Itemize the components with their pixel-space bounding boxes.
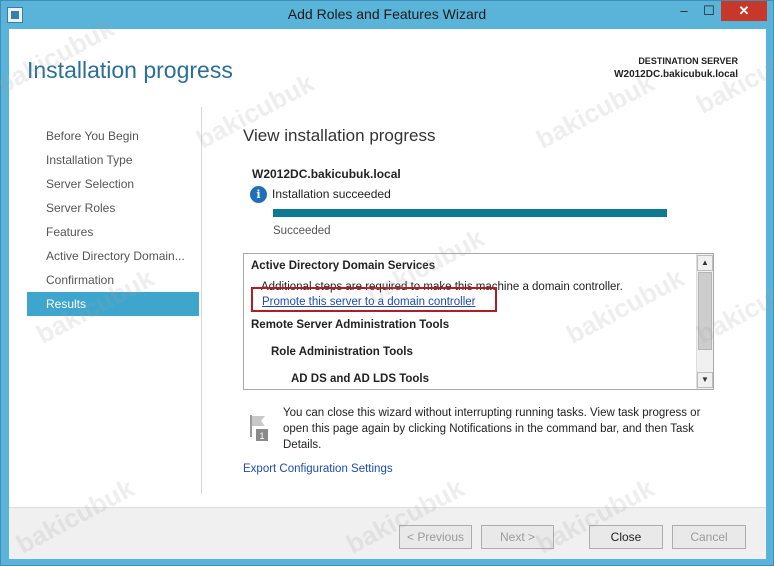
next-button[interactable]: Next > bbox=[481, 525, 554, 549]
scroll-thumb[interactable] bbox=[698, 272, 712, 350]
notification-flag-icon: 1 bbox=[250, 415, 268, 441]
close-button[interactable]: Close bbox=[589, 525, 663, 549]
results-content: Active Directory Domain Services Additio… bbox=[244, 254, 696, 389]
result-ad-ds-heading: Active Directory Domain Services bbox=[251, 260, 436, 272]
nav-item-confirmation[interactable]: Confirmation bbox=[27, 268, 199, 292]
install-status-text: Installation succeeded bbox=[272, 187, 391, 201]
install-progress-bar bbox=[273, 209, 667, 217]
destination-server-label: DESTINATION SERVER bbox=[638, 56, 738, 66]
wizard-client-area: Installation progress DESTINATION SERVER… bbox=[9, 29, 766, 559]
nav-item-server-selection[interactable]: Server Selection bbox=[27, 172, 199, 196]
result-rsat-heading: Remote Server Administration Tools bbox=[251, 319, 450, 331]
result-role-admin-tools: Role Administration Tools bbox=[271, 346, 413, 358]
nav-item-before-you-begin[interactable]: Before You Begin bbox=[27, 124, 199, 148]
progress-fill bbox=[273, 209, 667, 217]
nav-item-ad-ds[interactable]: Active Directory Domain... bbox=[27, 244, 199, 268]
maximize-button[interactable]: ☐ bbox=[697, 1, 721, 21]
close-wizard-note: You can close this wizard without interr… bbox=[283, 407, 701, 451]
svg-text:1: 1 bbox=[259, 431, 264, 441]
wizard-nav: Before You Begin Installation Type Serve… bbox=[27, 124, 199, 316]
progress-label: Succeeded bbox=[273, 225, 331, 237]
nav-item-results[interactable]: Results bbox=[27, 292, 199, 316]
nav-divider bbox=[201, 107, 202, 494]
result-ad-ds-lds-tools: AD DS and AD LDS Tools bbox=[291, 373, 429, 385]
info-icon: i bbox=[250, 186, 267, 203]
nav-item-installation-type[interactable]: Installation Type bbox=[27, 148, 199, 172]
title-bar: Add Roles and Features Wizard – ☐ ✕ bbox=[1, 1, 773, 29]
page-title: Installation progress bbox=[27, 57, 233, 83]
results-list[interactable]: Active Directory Domain Services Additio… bbox=[243, 253, 714, 390]
wizard-window: Add Roles and Features Wizard – ☐ ✕ Inst… bbox=[0, 0, 774, 566]
scroll-down-arrow-icon[interactable]: ▼ bbox=[697, 372, 713, 388]
window-title: Add Roles and Features Wizard bbox=[287, 6, 487, 22]
cancel-button[interactable]: Cancel bbox=[672, 525, 746, 549]
close-window-button[interactable]: ✕ bbox=[721, 1, 767, 21]
wizard-footer: < Previous Next > Close Cancel bbox=[9, 508, 766, 559]
minimize-button[interactable]: – bbox=[671, 1, 697, 21]
server-name: W2012DC.bakicubuk.local bbox=[252, 167, 401, 181]
nav-item-server-roles[interactable]: Server Roles bbox=[27, 196, 199, 220]
promote-dc-link[interactable]: Promote this server to a domain controll… bbox=[262, 296, 475, 308]
scroll-up-arrow-icon[interactable]: ▲ bbox=[697, 255, 713, 271]
content-title: View installation progress bbox=[243, 126, 436, 145]
results-scrollbar[interactable]: ▲ ▼ bbox=[696, 254, 713, 389]
nav-item-features[interactable]: Features bbox=[27, 220, 199, 244]
previous-button[interactable]: < Previous bbox=[399, 525, 472, 549]
destination-server-name: W2012DC.bakicubuk.local bbox=[614, 69, 738, 80]
export-configuration-link[interactable]: Export Configuration Settings bbox=[243, 463, 393, 475]
